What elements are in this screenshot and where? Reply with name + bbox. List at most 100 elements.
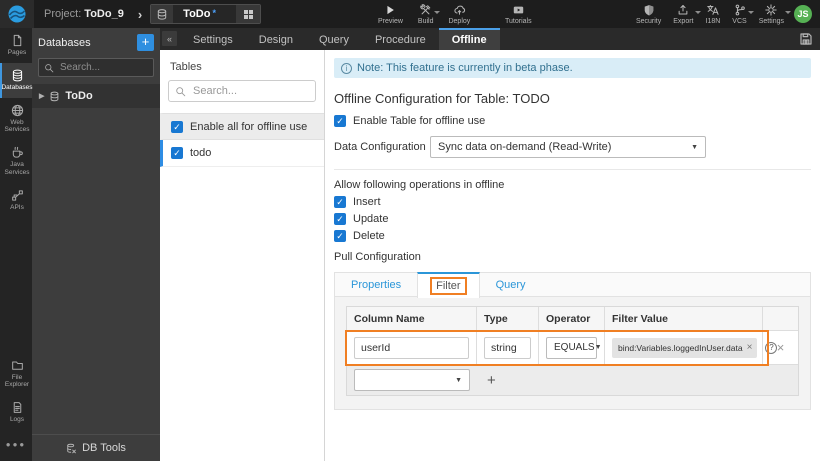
insert-checkbox[interactable]: ✓ [334,196,346,208]
add-filter-row-button[interactable]: + [487,372,496,389]
type-input[interactable] [484,336,531,359]
tab-query[interactable]: Query [306,28,362,50]
pull-configuration-label: Pull Configuration [334,251,421,263]
build-button[interactable]: Build [418,3,441,25]
sidebar-item-file-explorer[interactable]: File Explorer [0,353,32,396]
preview-button[interactable]: Preview [378,4,403,25]
subtab-query[interactable]: Query [480,273,542,296]
enable-all-label: Enable all for offline use [190,120,308,133]
tables-search-input[interactable] [191,84,301,98]
data-configuration-row: Data Configuration Sync data on-demand (… [334,136,811,158]
annotation-box-filter-tab: Filter [430,277,467,295]
tab-settings[interactable]: Settings [180,28,246,50]
artifact-switcher-button[interactable] [236,5,261,23]
wavemaker-logo-icon [8,5,26,23]
enable-all-checkbox[interactable]: ✓ [171,120,183,133]
table-todo-label: todo [190,147,212,159]
tree-expand-caret-icon[interactable]: ▶ [39,92,44,100]
data-configuration-value: Sync data on-demand (Read-Write) [438,141,612,153]
vcs-button[interactable]: VCS [732,4,754,25]
tables-search[interactable] [168,80,316,102]
export-icon [679,4,688,15]
database-icon [12,69,22,82]
add-database-button[interactable]: + [137,34,154,51]
tab-procedure[interactable]: Procedure [362,28,439,50]
unsaved-indicator: * [212,8,216,18]
enable-table-label: Enable Table for offline use [353,115,486,127]
sidebar-overflow-button[interactable]: ●●● [0,430,32,461]
bind-expression-chip[interactable]: bind:Variables.loggedInUser.data × [612,337,758,358]
security-button[interactable]: Security [636,4,661,25]
sidebar-item-java-services[interactable]: Java Services [0,140,32,183]
chevron-down-icon: ▼ [691,143,698,151]
database-icon [51,91,59,101]
artifact-tab-todo[interactable]: ToDo * [150,4,262,24]
sidebar-item-logs[interactable]: Logs [0,395,32,430]
operator-cell: EQUALS ▼ [539,331,605,364]
topbar-tutorials: Tutorials [505,0,532,28]
delete-checkbox[interactable]: ✓ [334,230,346,242]
delete-label: Delete [353,230,385,242]
beta-note-text: Note: This feature is currently in beta … [357,62,573,74]
new-column-cell: ▼ [347,365,477,395]
operator-value: EQUALS [554,342,595,353]
tab-design[interactable]: Design [246,28,306,50]
update-label: Update [353,213,389,225]
delete-row-icon[interactable]: × [777,340,785,355]
tutorials-button[interactable]: Tutorials [505,4,532,25]
header-type: Type [477,307,539,330]
databases-panel: Databases + ▶ ToDo DB Tools [32,28,160,461]
db-tools-label: DB Tools [82,442,126,454]
sidebar-item-web-services[interactable]: Web Services [0,98,32,141]
chevron-down-icon [747,10,754,14]
database-tree-item-todo[interactable]: ▶ ToDo [32,84,160,108]
table-row-todo[interactable]: ✓ todo [160,140,324,167]
column-name-input[interactable] [354,336,469,359]
filter-table-row: EQUALS ▼ bind:Variables.loggedInUser.dat… [347,331,798,365]
enable-all-offline-row[interactable]: ✓ Enable all for offline use [160,113,324,140]
sidebar-item-apis[interactable]: APIs [0,183,32,218]
enable-table-checkbox[interactable]: ✓ [334,115,346,127]
topbar-actions-left: Preview Build Deploy [378,0,470,28]
databases-search-input[interactable] [58,61,143,74]
filter-value-cell: bind:Variables.loggedInUser.data × ? [605,331,778,364]
i18n-button[interactable]: I18N [706,4,720,25]
operator-select[interactable]: EQUALS ▼ [546,336,602,359]
subtab-filter[interactable]: Filter [417,272,480,298]
database-tree-item-label: ToDo [65,90,93,102]
section-divider [334,169,811,170]
update-checkbox[interactable]: ✓ [334,213,346,225]
sidebar-item-pages[interactable]: Pages [0,28,32,63]
subtab-properties[interactable]: Properties [335,273,417,296]
table-todo-checkbox[interactable]: ✓ [171,147,183,159]
play-icon [387,5,395,14]
remove-binding-icon[interactable]: × [747,342,753,353]
sidebar-item-databases[interactable]: Databases [0,62,33,98]
tables-panel: Tables ✓ Enable all for offline use ✓ to… [160,50,325,461]
gear-icon [765,3,778,16]
app-logo[interactable] [0,0,34,28]
search-icon [45,63,54,72]
settings-button[interactable]: Settings [759,3,791,25]
page-title: Offline Configuration for Table: TODO [334,91,550,106]
new-column-select[interactable]: ▼ [354,369,470,391]
export-button[interactable]: Export [673,4,701,25]
update-operation-row: ✓ Update [334,213,811,225]
db-tools-button[interactable]: DB Tools [32,434,160,461]
chevron-down-icon: ▼ [594,344,602,351]
databases-search[interactable] [38,58,154,77]
top-bar: Project: ToDo_9 › ToDo * Preview Build D… [0,0,820,28]
collapse-panel-button[interactable]: « [162,31,177,46]
info-icon: i [341,62,352,74]
build-tools-icon [420,3,431,14]
deploy-button[interactable]: Deploy [448,4,470,25]
left-navigation-rail: Pages Databases Web Services Java Servic… [0,28,33,461]
user-avatar[interactable]: JS [794,5,812,23]
tab-offline[interactable]: Offline [438,28,500,50]
insert-label: Insert [353,196,381,208]
shield-icon [644,4,653,15]
data-configuration-select[interactable]: Sync data on-demand (Read-Write) ▼ [430,136,706,158]
save-button[interactable] [799,32,813,46]
header-filter-value: Filter Value [605,307,763,330]
